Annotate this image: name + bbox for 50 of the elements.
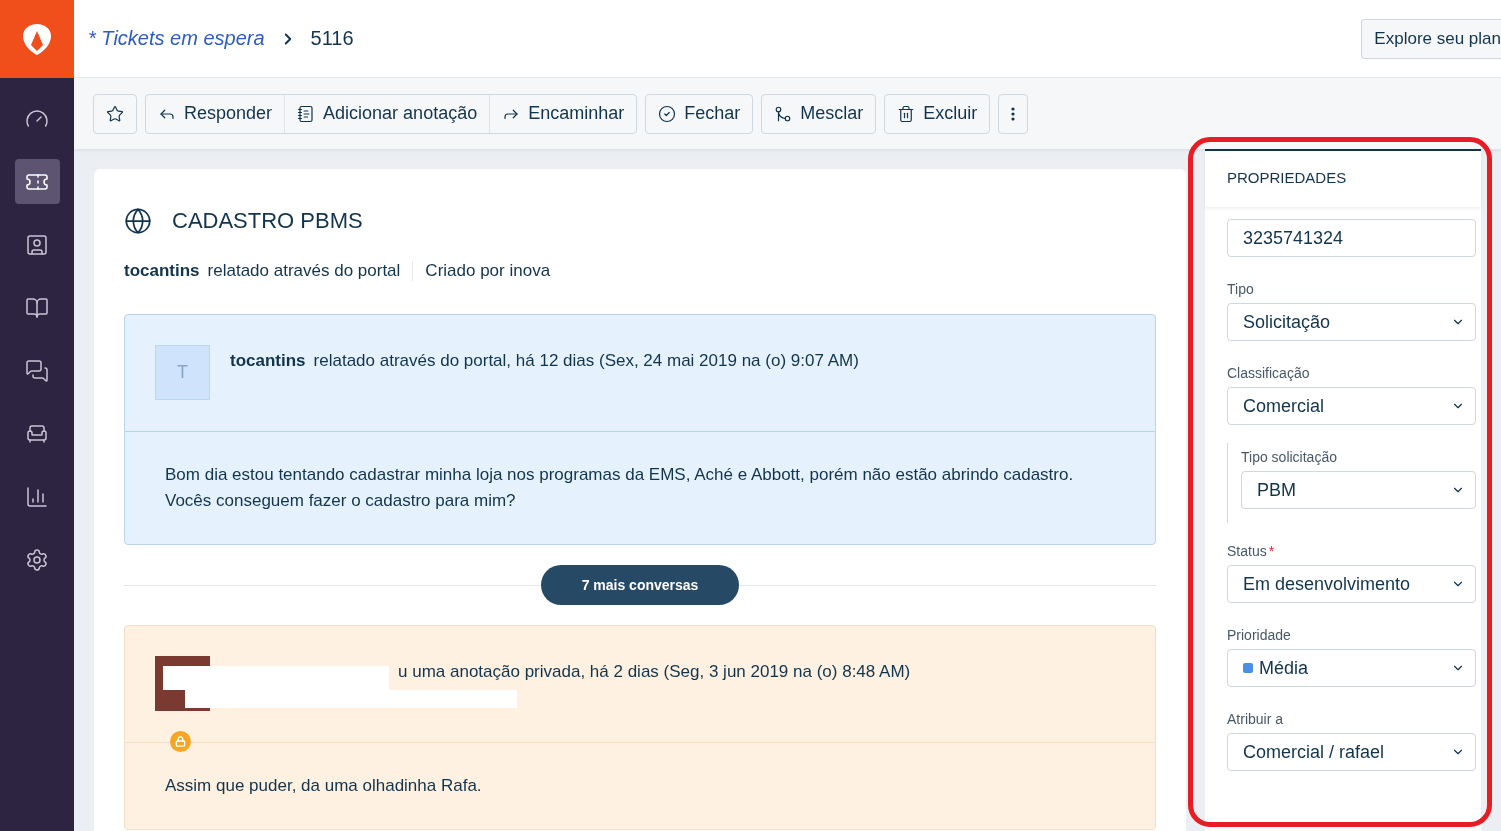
contact-card-icon	[25, 232, 49, 257]
select-field[interactable]: Comercial / rafael	[1227, 733, 1476, 771]
merge-icon	[774, 104, 793, 123]
note-icon	[297, 104, 316, 123]
select-field[interactable]: Comercial	[1227, 387, 1476, 425]
chat-bubbles-icon	[25, 358, 49, 383]
more-conversations-button[interactable]: 7 mais conversas	[541, 565, 739, 605]
delete-button[interactable]: Excluir	[885, 94, 990, 133]
breadcrumb-link[interactable]: * Tickets em espera	[88, 27, 265, 50]
required-mark: *	[1268, 543, 1275, 559]
more-icon	[1011, 106, 1016, 121]
logo-tile[interactable]	[0, 0, 74, 78]
select-field[interactable]: PBM	[1241, 471, 1476, 509]
message-body: Assim que puder, da uma olhadinha Rafa.	[164, 775, 483, 797]
ticket-title: CADASTRO PBMS	[172, 208, 363, 234]
ticket-number: 5116	[310, 27, 354, 50]
forward-button[interactable]: Encaminhar	[489, 94, 637, 133]
bar-chart-icon	[25, 484, 49, 509]
explore-plan-button[interactable]: Explore seu plan	[1361, 18, 1501, 59]
close-button[interactable]: Fechar	[646, 94, 753, 133]
field-label: Status*	[1227, 543, 1276, 559]
lock-icon	[175, 736, 186, 747]
star-icon	[106, 104, 124, 123]
book-icon	[25, 295, 49, 320]
avatar: T	[155, 345, 210, 400]
settings-icon	[25, 547, 49, 572]
select-field[interactable]: Em desenvolvimento	[1227, 565, 1476, 603]
field-label: Prioridade	[1227, 627, 1292, 643]
message-meta: relatado através do portal, há 12 dias (Sex, 24 mai 2019 na (o) 9:07 AM)	[313, 351, 859, 370]
nav-item[interactable]	[14, 159, 60, 204]
author-name: tocantins	[230, 351, 306, 370]
panel-title: PROPRIEDADES	[1205, 149, 1481, 207]
field-label: Tipo	[1227, 281, 1255, 297]
message-body: Bom dia estou tentando cadastrar minha loja nos programas da EMS, Aché e Abbott, porém não estão abrindo cadastro. Vocês conseguem fazer o cadastro para mim?	[164, 464, 1075, 512]
created-by-text: Criado por inova	[425, 261, 552, 281]
reply-button[interactable]: Responder	[146, 94, 285, 133]
source-text: relatado através do portal	[207, 261, 414, 281]
field-label: Atribuir a	[1227, 711, 1285, 727]
field-label: Classificação	[1227, 365, 1311, 381]
merge-button[interactable]: Mesclar	[762, 94, 876, 133]
phone-field[interactable]: 3235741324	[1227, 219, 1476, 257]
field-label: Tipo solicitação	[1241, 449, 1338, 465]
select-field[interactable]: Solicitação	[1227, 303, 1476, 341]
select-field[interactable]: Média	[1227, 649, 1476, 687]
message-meta: u uma anotação privada, há 2 dias (Seg, 3 jun 2019 na (o) 8:48 AM)	[397, 662, 911, 681]
add-note-button[interactable]: Adicionar anotação	[284, 94, 490, 133]
requester-name: tocantins	[124, 261, 200, 281]
globe-icon	[124, 207, 152, 235]
trash-icon	[897, 104, 916, 123]
check-circle-icon	[658, 104, 677, 123]
